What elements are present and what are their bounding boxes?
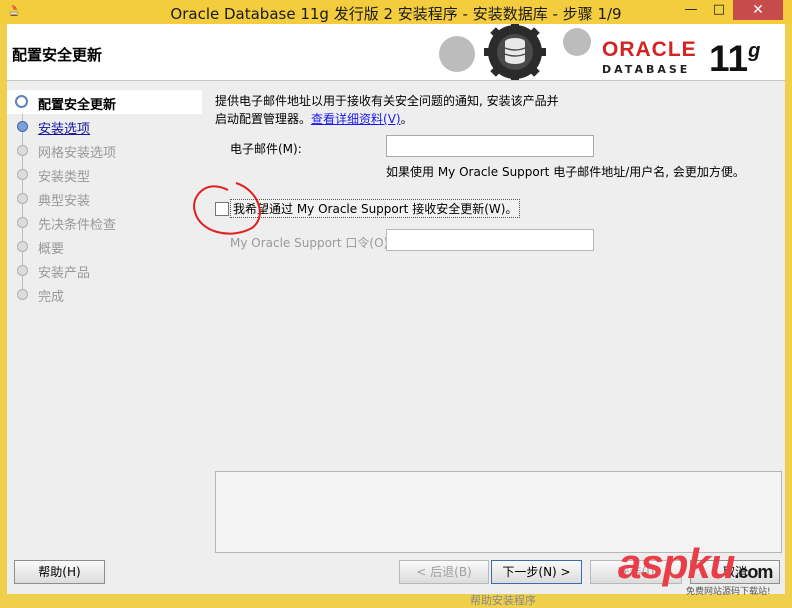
view-details-link[interactable]: 查看详细资料(V) [311, 112, 401, 126]
description-end: 。 [400, 112, 413, 126]
close-button[interactable]: ✕ [733, 0, 783, 20]
password-label: My Oracle Support 口令(O): [230, 236, 393, 250]
security-updates-label[interactable]: 我希望通过 My Oracle Support 接收安全更新(W)。 [230, 199, 521, 218]
security-updates-checkbox[interactable] [215, 202, 229, 216]
nav-item-install-options[interactable]: 安装选项 [7, 114, 202, 138]
nav-item-summary: 概要 [7, 234, 202, 258]
nav-item-finish: 完成 [7, 282, 202, 306]
nav-item-grid-options: 网格安装选项 [7, 138, 202, 162]
step-marker-icon [17, 169, 28, 180]
nav-item-label: 配置安全更新 [38, 98, 117, 113]
installer-window: 配置安全更新 ORACLE DATABASE 11g 配置安全更新 安装选项 网… [7, 24, 785, 594]
step-navigation: 配置安全更新 安装选项 网格安装选项 安装类型 典型安装 先决条件检查 概要 安… [7, 90, 202, 306]
step-marker-icon [17, 145, 28, 156]
step-marker-icon [17, 289, 28, 300]
version-logo: 11g [709, 38, 760, 80]
version-suffix: g [748, 40, 761, 62]
description-text: 提供电子邮件地址以用于接收有关安全问题的通知, 安装该产品并 启动配置管理器。查… [215, 92, 559, 128]
header-banner: 配置安全更新 ORACLE DATABASE 11g [7, 24, 785, 81]
nav-item-configure-security-updates: 配置安全更新 [7, 90, 202, 114]
gears-graphic-icon [439, 24, 591, 80]
nav-item-prerequisite-checks: 先决条件检查 [7, 210, 202, 234]
oracle-logo-text: ORACLE [602, 38, 697, 61]
footer-text: 帮助安装程序 [470, 594, 536, 607]
step-marker-icon [17, 265, 28, 276]
email-input[interactable] [386, 135, 594, 157]
watermark-suffix: .com [734, 562, 773, 582]
email-hint: 如果使用 My Oracle Support 电子邮件地址/用户名, 会更加方便… [386, 165, 745, 179]
minimize-button[interactable]: — [677, 0, 705, 20]
window-title-bar: Oracle Database 11g 发行版 2 安装程序 - 安装数据库 -… [0, 0, 792, 24]
current-step-icon [15, 95, 28, 108]
nav-item-label: 安装类型 [38, 170, 91, 185]
help-button[interactable]: 帮助(H) [14, 560, 105, 584]
nav-item-label: 概要 [38, 242, 65, 257]
password-input[interactable] [386, 229, 594, 251]
maximize-button[interactable]: □ [705, 0, 733, 20]
nav-item-typical-install: 典型安装 [7, 186, 202, 210]
nav-item-label[interactable]: 安装选项 [38, 118, 90, 137]
step-marker-icon [17, 121, 28, 132]
next-button[interactable]: 下一步(N) > [491, 560, 582, 584]
back-button[interactable]: < 后退(B) [399, 560, 489, 584]
nav-item-label: 典型安装 [38, 194, 91, 209]
version-number: 11 [709, 38, 749, 79]
email-label: 电子邮件(M): [230, 142, 302, 156]
nav-item-install-type: 安装类型 [7, 162, 202, 186]
step-marker-icon [17, 241, 28, 252]
watermark-logo: aspku.com [618, 540, 773, 588]
description-text-2: 启动配置管理器。 [215, 112, 312, 126]
watermark-text: aspku [618, 540, 735, 587]
window-title: Oracle Database 11g 发行版 2 安装程序 - 安装数据库 -… [170, 5, 622, 23]
description-line: 提供电子邮件地址以用于接收有关安全问题的通知, 安装该产品并 [215, 94, 559, 108]
page-title: 配置安全更新 [12, 46, 103, 64]
nav-item-label: 先决条件检查 [38, 218, 117, 233]
description-line-2: 启动配置管理器。查看详细资料(V)。 [215, 110, 559, 128]
step-marker-icon [17, 193, 28, 204]
database-logo-text: DATABASE [602, 63, 691, 76]
nav-item-label: 网格安装选项 [38, 146, 117, 161]
step-marker-icon [17, 217, 28, 228]
nav-item-label: 安装产品 [38, 266, 91, 281]
content-panel: 提供电子邮件地址以用于接收有关安全问题的通知, 安装该产品并 启动配置管理器。查… [207, 90, 785, 470]
nav-item-install-product: 安装产品 [7, 258, 202, 282]
watermark-subtext: 免费网站源码下载站! [686, 587, 771, 597]
nav-item-label: 完成 [38, 290, 65, 305]
